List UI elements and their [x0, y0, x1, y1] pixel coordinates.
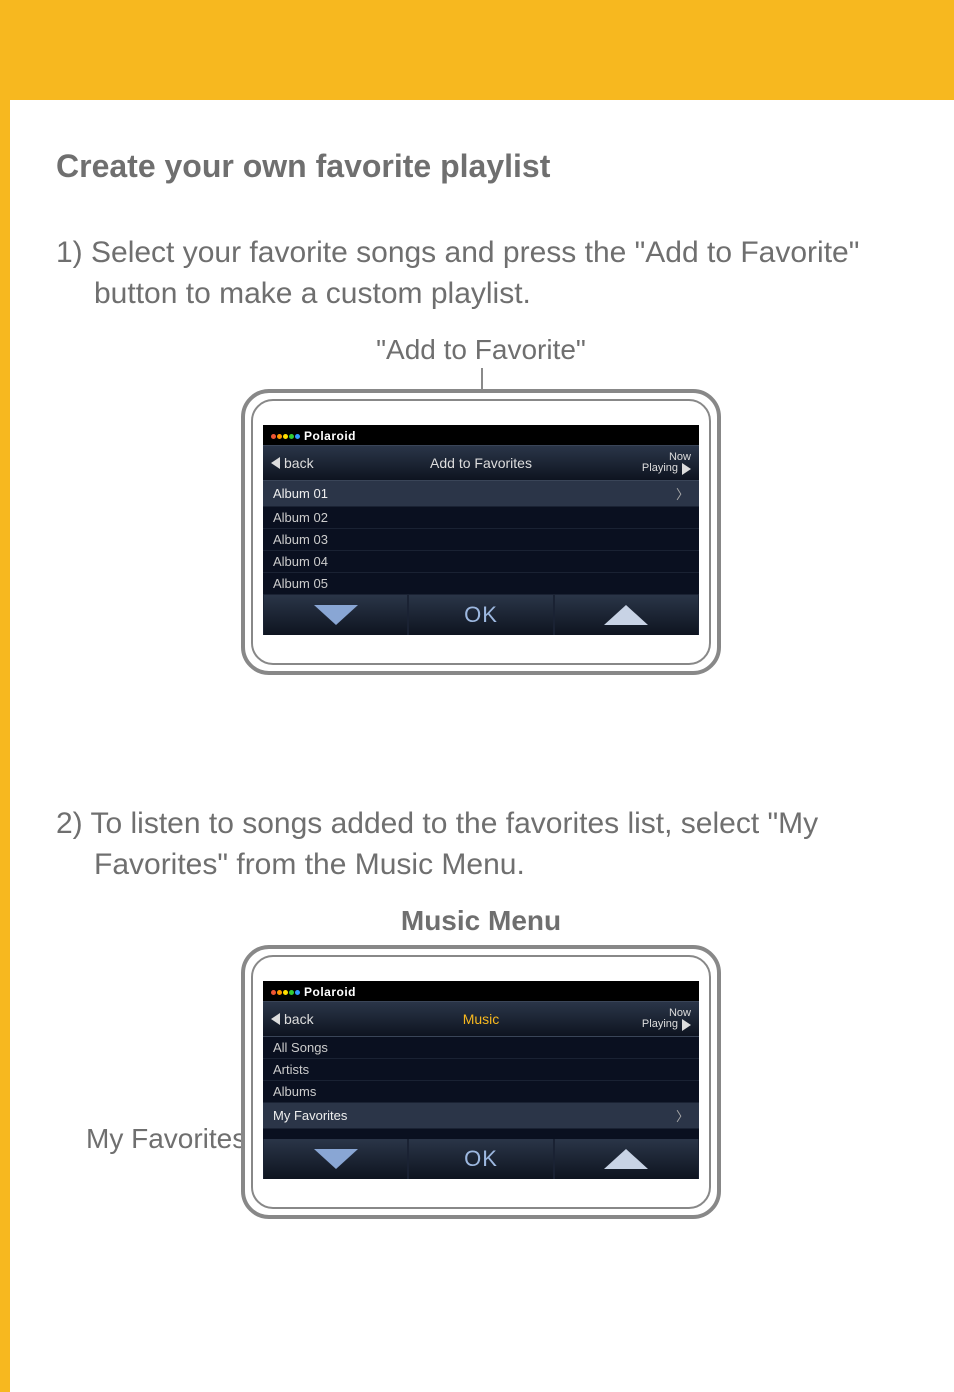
screen-header-2: back Music Now Playing [263, 1001, 699, 1037]
footer-controls-2: OK [263, 1139, 699, 1179]
device-bezel-2: Polaroid back Music Now [251, 955, 711, 1209]
brand-text: Polaroid [304, 985, 356, 999]
add-to-favorite-callout: "Add to Favorite" [56, 334, 906, 366]
list-item-label: Albums [273, 1084, 316, 1099]
up-button[interactable] [554, 1139, 699, 1179]
device-frame-2: Polaroid back Music Now [241, 945, 721, 1219]
footer-controls-1: OK [263, 595, 699, 635]
page-title: Create your own favorite playlist [56, 148, 906, 185]
music-menu-callout: Music Menu [56, 905, 906, 937]
now-playing-button[interactable]: Now Playing [604, 1002, 699, 1036]
left-banner [0, 100, 10, 1392]
figure-2: My Favorites Polaroid [56, 945, 906, 1325]
page-content: Create your own favorite playlist 1) Sel… [0, 100, 954, 1325]
album-list: Album 01 〉 Album 02 Album 03 Album 04 Al… [263, 481, 699, 595]
polaroid-logo-icon [271, 990, 300, 995]
polaroid-logo-icon [271, 434, 300, 439]
list-item-label: Album 04 [273, 554, 328, 569]
screen-title-2: Music [358, 1002, 604, 1036]
device-screen-2: Polaroid back Music Now [263, 981, 699, 1179]
screen-title-1: Add to Favorites [358, 446, 604, 480]
list-spacer [263, 1129, 699, 1139]
up-arrow-icon [604, 1149, 648, 1169]
now-label: Now [669, 1008, 691, 1019]
brand-row: Polaroid [263, 981, 699, 1001]
down-button[interactable] [263, 1139, 408, 1179]
up-button[interactable] [554, 595, 699, 635]
list-item[interactable]: My Favorites 〉 [263, 1103, 699, 1129]
list-item-label: Album 05 [273, 576, 328, 591]
back-button[interactable]: back [263, 1002, 358, 1036]
ok-button[interactable]: OK [408, 1139, 553, 1179]
now-label: Now [669, 452, 691, 463]
list-item-label: Album 03 [273, 532, 328, 547]
forward-arrow-icon [682, 1019, 691, 1031]
forward-arrow-icon [682, 463, 691, 475]
step-1-text: 1) Select your favorite songs and press … [56, 233, 906, 314]
playing-label: Playing [642, 463, 678, 474]
list-item-label: Album 01 [273, 486, 328, 501]
screen-header-1: back Add to Favorites Now Playing [263, 445, 699, 481]
device-bezel-1: Polaroid back Add to Favorites Now [251, 399, 711, 665]
list-item[interactable]: Album 01 〉 [263, 481, 699, 507]
list-item[interactable]: Artists [263, 1059, 699, 1081]
ok-label: OK [464, 1146, 498, 1172]
device-frame-1: Polaroid back Add to Favorites Now [241, 389, 721, 675]
back-label: back [284, 455, 314, 471]
ok-label: OK [464, 602, 498, 628]
music-menu-list: All Songs Artists Albums My Favorites 〉 [263, 1037, 699, 1139]
playing-label: Playing [642, 1019, 678, 1030]
back-arrow-icon [271, 457, 280, 469]
top-banner [0, 0, 954, 100]
now-playing-button[interactable]: Now Playing [604, 446, 699, 480]
list-item[interactable]: Album 02 [263, 507, 699, 529]
up-arrow-icon [604, 605, 648, 625]
step-2-text: 2) To listen to songs added to the favor… [56, 804, 906, 885]
list-item-label: All Songs [273, 1040, 328, 1055]
down-arrow-icon [314, 1149, 358, 1169]
ok-button[interactable]: OK [408, 595, 553, 635]
brand-text: Polaroid [304, 429, 356, 443]
list-item-label: Album 02 [273, 510, 328, 525]
down-arrow-icon [314, 605, 358, 625]
chevron-right-icon: 〉 [676, 1106, 689, 1125]
list-item-label: My Favorites [273, 1108, 347, 1123]
down-button[interactable] [263, 595, 408, 635]
list-item[interactable]: Album 05 [263, 573, 699, 595]
figure-1: "Add to Favorite" Polaroid [56, 334, 906, 754]
back-button[interactable]: back [263, 446, 358, 480]
list-item[interactable]: Album 04 [263, 551, 699, 573]
device-screen-1: Polaroid back Add to Favorites Now [263, 425, 699, 635]
chevron-right-icon: 〉 [676, 484, 689, 503]
list-item[interactable]: All Songs [263, 1037, 699, 1059]
back-label: back [284, 1011, 314, 1027]
list-item-label: Artists [273, 1062, 309, 1077]
brand-row: Polaroid [263, 425, 699, 445]
list-item[interactable]: Albums [263, 1081, 699, 1103]
list-item[interactable]: Album 03 [263, 529, 699, 551]
back-arrow-icon [271, 1013, 280, 1025]
